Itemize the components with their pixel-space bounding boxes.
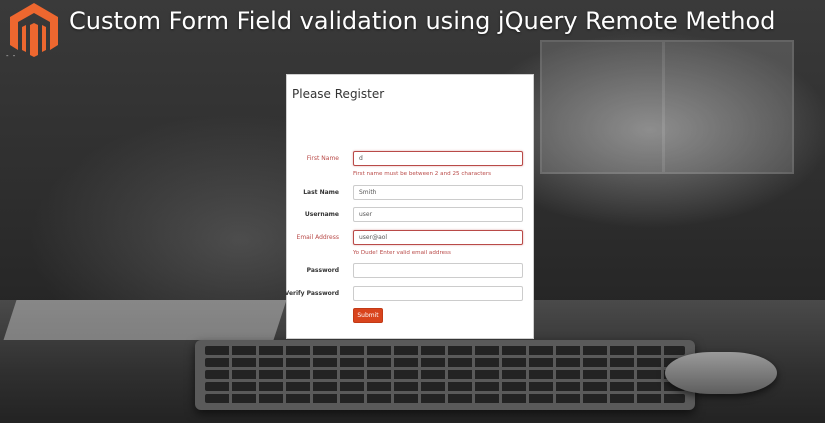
last-name-label: Last Name	[303, 189, 339, 196]
page-headline: Custom Form Field validation using jQuer…	[69, 7, 776, 35]
submit-button[interactable]: Submit	[353, 308, 383, 323]
verify-password-label: Verify Password	[284, 290, 339, 297]
first-name-field[interactable]	[353, 151, 523, 166]
password-label: Password	[306, 267, 339, 274]
first-name-error: First name must be between 2 and 25 char…	[353, 171, 492, 177]
register-form-card: Please Register First Name First name mu…	[284, 74, 534, 339]
first-name-label: First Name	[306, 155, 339, 162]
username-field[interactable]	[353, 207, 523, 222]
verify-password-field[interactable]	[353, 286, 523, 301]
background-keyboard	[195, 340, 695, 410]
background-paper	[3, 300, 287, 340]
last-name-field[interactable]	[353, 185, 523, 200]
magento-logo-icon	[8, 1, 60, 57]
logo-dots: - -	[6, 52, 17, 60]
background-window	[540, 40, 794, 174]
email-address-error: Yo Dude! Enter valid email address	[353, 250, 451, 256]
background-mouse	[665, 352, 777, 394]
email-address-label: Email Address	[296, 234, 339, 241]
form-title: Please Register	[292, 87, 385, 101]
password-field[interactable]	[353, 263, 523, 278]
username-label: Username	[304, 211, 339, 218]
email-address-field[interactable]	[353, 230, 523, 245]
